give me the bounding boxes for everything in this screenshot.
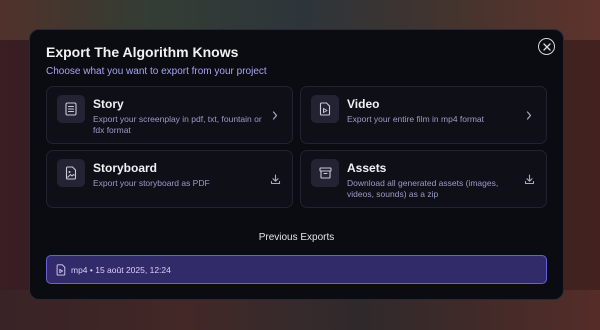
- export-modal: Export The Algorithm Knows Choose what y…: [29, 29, 564, 300]
- export-option-storyboard[interactable]: Storyboard Export your storyboard as PDF: [46, 150, 293, 208]
- export-options-grid: Story Export your screenplay in pdf, txt…: [46, 86, 547, 208]
- chevron-right-icon: [523, 109, 535, 121]
- download-icon: [523, 173, 535, 185]
- option-title: Assets: [347, 161, 387, 175]
- close-button[interactable]: [538, 38, 555, 55]
- document-icon: [57, 95, 85, 123]
- image-file-icon: [57, 159, 85, 187]
- modal-subtitle: Choose what you want to export from your…: [46, 66, 267, 77]
- previous-exports-heading: Previous Exports: [258, 232, 335, 243]
- previous-export-item[interactable]: mp4 • 15 août 2025, 12:24: [46, 255, 547, 284]
- option-description: Export your screenplay in pdf, txt, foun…: [93, 114, 262, 135]
- download-icon: [269, 173, 281, 185]
- option-description: Export your entire film in mp4 format: [347, 114, 484, 124]
- option-title: Storyboard: [93, 161, 158, 175]
- close-icon: [542, 42, 551, 51]
- option-title: Video: [347, 97, 380, 111]
- archive-icon: [311, 159, 339, 187]
- option-description: Export your storyboard as PDF: [93, 178, 210, 188]
- video-file-icon: [311, 95, 339, 123]
- export-option-assets[interactable]: Assets Download all generated assets (im…: [300, 150, 547, 208]
- export-item-label: mp4 • 15 août 2025, 12:24: [71, 264, 171, 275]
- option-title: Story: [93, 97, 124, 111]
- chevron-right-icon: [269, 109, 281, 121]
- export-option-story[interactable]: Story Export your screenplay in pdf, txt…: [46, 86, 293, 144]
- modal-title: Export The Algorithm Knows: [46, 44, 239, 60]
- video-file-icon: [55, 263, 67, 276]
- option-description: Download all generated assets (images, v…: [347, 178, 499, 199]
- export-option-video[interactable]: Video Export your entire film in mp4 for…: [300, 86, 547, 144]
